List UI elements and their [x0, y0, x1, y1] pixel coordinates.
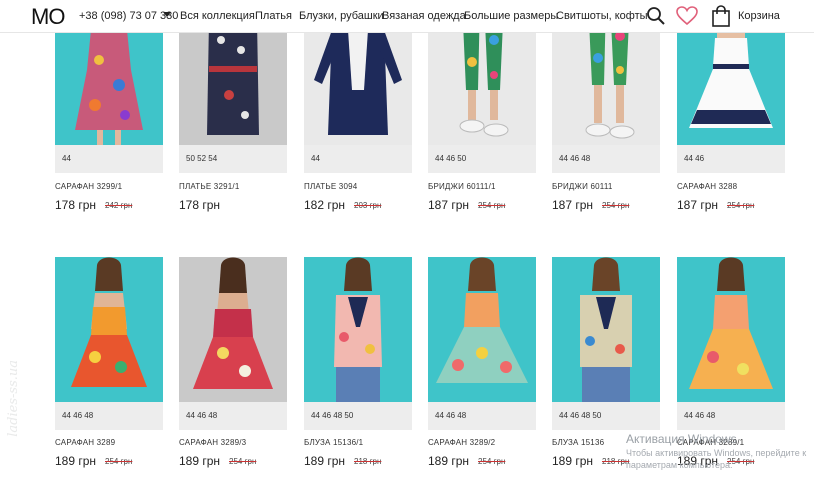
product-price: 178 грн [179, 198, 221, 212]
sizes-bar: 44 46 [677, 145, 785, 173]
sizes-bar: 44 46 48 [552, 145, 660, 173]
product-photo[interactable] [55, 257, 163, 402]
windows-activation-text: Чтобы активировать Windows, перейдите к … [626, 448, 807, 470]
product-old-price: 254 грн [602, 201, 630, 210]
sizes-bar: 44 46 48 50 [552, 402, 660, 430]
cart-link[interactable]: Корзина [738, 10, 780, 22]
sizes-bar: 44 46 48 [179, 402, 287, 430]
chevron-down-icon[interactable] [163, 12, 171, 17]
shopping-bag-icon[interactable] [711, 5, 731, 27]
product-name[interactable]: БРИДЖИ 60111 [552, 182, 613, 191]
product-price: 189 грн [304, 454, 346, 468]
sizes-bar: 44 46 48 50 [304, 402, 412, 430]
product-name[interactable]: ПЛАТЬЕ 3291/1 [179, 182, 239, 191]
product-price: 182 грн [304, 198, 346, 212]
product-name[interactable]: БЛУЗА 15136 [552, 438, 604, 447]
product-photo[interactable] [179, 257, 287, 402]
product-price: 189 грн [552, 454, 594, 468]
site-logo[interactable]: MO [31, 4, 65, 30]
product-name[interactable]: САРАФАН 3289/3 [179, 438, 246, 447]
product-name[interactable]: БРИДЖИ 60111/1 [428, 182, 496, 191]
product-old-price: 254 грн [105, 457, 133, 466]
product-old-price: 203 грн [354, 201, 382, 210]
sizes-bar: 44 [55, 145, 163, 173]
side-watermark: ladies-ss.ua [6, 360, 21, 437]
sizes-bar: 44 [304, 145, 412, 173]
product-name[interactable]: САРАФАН 3288 [677, 182, 737, 191]
product-price: 189 грн [179, 454, 221, 468]
nav-link-dresses[interactable]: Платья [255, 10, 292, 22]
product-old-price: 254 грн [478, 457, 506, 466]
windows-activation-title: Активация Windows [626, 432, 737, 446]
product-name[interactable]: САРАФАН 3289/2 [428, 438, 495, 447]
product-old-price: 254 грн [478, 201, 506, 210]
sizes-bar: 44 46 48 [428, 402, 536, 430]
product-old-price: 254 грн [229, 457, 257, 466]
product-name[interactable]: БЛУЗА 15136/1 [304, 438, 363, 447]
product-price: 187 грн [428, 198, 470, 212]
product-photo[interactable] [304, 257, 412, 402]
sizes-bar: 50 52 54 [179, 145, 287, 173]
product-price: 189 грн [428, 454, 470, 468]
sizes-bar: 44 46 48 [55, 402, 163, 430]
nav-link-sweatshirts[interactable]: Свитшоты, кофты [556, 10, 648, 22]
heart-icon[interactable] [676, 6, 698, 26]
nav-link-plus-sizes[interactable]: Большие размеры [464, 10, 558, 22]
product-name[interactable]: ПЛАТЬЕ 3094 [304, 182, 357, 191]
product-photo[interactable] [428, 257, 536, 402]
nav-link-knitwear[interactable]: Вязаная одежда [382, 10, 466, 22]
product-old-price: 242 грн [105, 201, 133, 210]
product-photo[interactable] [552, 257, 660, 402]
product-name[interactable]: САРАФАН 3289 [55, 438, 115, 447]
product-price: 187 грн [677, 198, 719, 212]
product-price: 178 грн [55, 198, 97, 212]
product-old-price: 218 грн [354, 457, 382, 466]
product-name[interactable]: САРАФАН 3299/1 [55, 182, 122, 191]
product-old-price: 254 грн [727, 201, 755, 210]
nav-link-all-collection[interactable]: Вся коллекция [180, 10, 255, 22]
search-icon[interactable] [646, 6, 666, 26]
product-price: 187 грн [552, 198, 594, 212]
product-price: 189 грн [55, 454, 97, 468]
sizes-bar: 44 46 50 [428, 145, 536, 173]
site-header: MO +38 (098) 73 07 330 Вся коллекция Пла… [0, 0, 814, 33]
product-photo[interactable] [677, 257, 785, 402]
nav-link-blouses[interactable]: Блузки, рубашки [299, 10, 384, 22]
sizes-bar: 44 46 48 [677, 402, 785, 430]
